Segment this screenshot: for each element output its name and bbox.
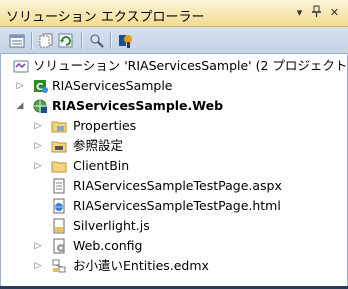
item-label: ClientBin: [73, 158, 130, 173]
solution-icon: [13, 58, 29, 74]
item-label: Web.config: [73, 238, 143, 253]
tree-item-web-config[interactable]: ▷ Web.config: [1, 236, 347, 256]
properties-tool-icon[interactable]: [8, 32, 26, 49]
collapse-icon[interactable]: ◢: [15, 101, 25, 111]
close-icon[interactable]: ✕: [327, 5, 342, 20]
tree-item-project-riaservicessample-web[interactable]: ◢ RIAServicesSample.Web: [1, 96, 347, 116]
js-file-icon: [51, 218, 67, 234]
tree-item-testpage-html[interactable]: RIAServicesSampleTestPage.html: [1, 196, 347, 216]
panel-toolbar: [0, 27, 348, 54]
expand-icon[interactable]: ▷: [15, 81, 25, 91]
expand-icon[interactable]: ▷: [33, 141, 43, 151]
item-label: Silverlight.js: [73, 218, 150, 233]
refresh-icon[interactable]: [57, 32, 75, 49]
item-label: 参照設定: [73, 138, 124, 153]
folder-icon: [51, 158, 67, 174]
properties-folder-icon: [51, 118, 67, 134]
solution-label: ソリューション 'RIAServicesSample' (2 プロジェクト): [33, 58, 348, 73]
edmx-file-icon: [51, 258, 67, 274]
wcf-ria-icon[interactable]: [116, 32, 134, 49]
references-folder-icon: [51, 138, 67, 154]
tree-item-silverlight-js[interactable]: Silverlight.js: [1, 216, 347, 236]
project1-label: RIAServicesSample: [52, 78, 173, 93]
tree-item-project-riaservicessample[interactable]: ▷ C RIAServicesSample: [1, 76, 347, 96]
tree-item-solution[interactable]: ソリューション 'RIAServicesSample' (2 プロジェクト): [1, 56, 347, 76]
config-file-icon: [51, 238, 67, 254]
web-project-icon: [32, 98, 48, 114]
item-label: お小遣いEntities.edmx: [73, 258, 209, 273]
aspx-file-icon: [51, 178, 67, 194]
expand-icon[interactable]: ▷: [33, 121, 43, 131]
expand-icon[interactable]: ▷: [33, 161, 43, 171]
window-position-menu-icon[interactable]: ▾: [292, 5, 307, 20]
tree-item-entities-edmx[interactable]: ▷ お小遣いEntities.edmx: [1, 256, 347, 276]
panel-title: ソリューション エクスプローラー: [6, 10, 205, 25]
silverlight-project-icon: C: [32, 78, 48, 94]
pin-icon[interactable]: [309, 5, 324, 20]
solution-explorer-window: ソリューション エクスプローラー ▾ ✕ ソリューション 'RIAService…: [0, 0, 348, 289]
tree-item-references[interactable]: ▷ 参照設定: [1, 136, 347, 156]
svg-text:C: C: [36, 82, 43, 93]
expand-icon[interactable]: ▷: [33, 261, 43, 271]
view-class-diagram-icon[interactable]: [88, 32, 106, 49]
project2-label: RIAServicesSample.Web: [52, 98, 224, 113]
tree-item-properties[interactable]: ▷ Properties: [1, 116, 347, 136]
solution-tree: ソリューション 'RIAServicesSample' (2 プロジェクト) ▷…: [0, 54, 348, 286]
html-file-icon: [51, 198, 67, 214]
item-label: Properties: [73, 118, 137, 133]
item-label: RIAServicesSampleTestPage.aspx: [73, 178, 282, 193]
panel-titlebar[interactable]: ソリューション エクスプローラー ▾ ✕: [0, 0, 348, 27]
tree-item-clientbin[interactable]: ▷ ClientBin: [1, 156, 347, 176]
expand-icon[interactable]: ▷: [33, 241, 43, 251]
item-label: RIAServicesSampleTestPage.html: [73, 198, 281, 213]
show-all-files-icon[interactable]: [37, 32, 55, 49]
tree-item-testpage-aspx[interactable]: RIAServicesSampleTestPage.aspx: [1, 176, 347, 196]
